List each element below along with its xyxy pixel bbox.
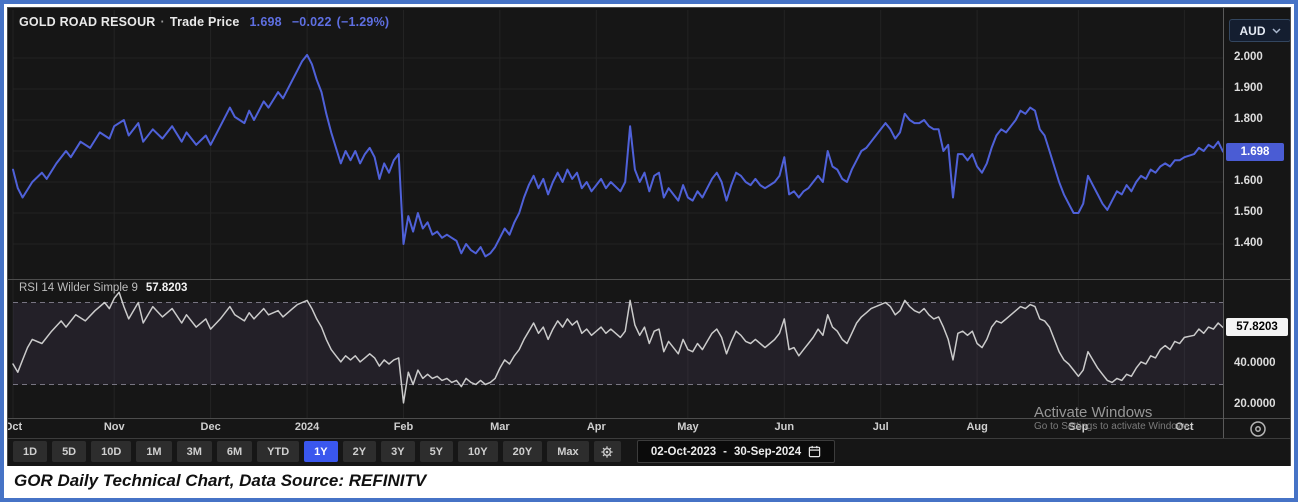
rsi-label: RSI 14 Wilder Simple 9: [19, 282, 138, 294]
x-axis-label-2024: 2024: [294, 421, 320, 433]
range-button-5D[interactable]: 5D: [52, 441, 87, 462]
range-settings-button[interactable]: [593, 441, 621, 462]
chart-application: GOLD ROAD RESOUR · Trade Price 1.698 −0.022 (…: [7, 7, 1291, 466]
currency-dropdown[interactable]: AUD: [1229, 19, 1290, 42]
range-button-6M[interactable]: 6M: [216, 441, 253, 462]
rsi-value-badge: 57.8203: [1226, 318, 1288, 337]
x-axis-label-Jul: Jul: [872, 421, 889, 433]
x-axis-label-Aug: Aug: [966, 421, 988, 433]
range-button-1D[interactable]: 1D: [13, 441, 48, 462]
price-pane-header: GOLD ROAD RESOUR · Trade Price 1.698 −0.022 (…: [19, 15, 389, 29]
range-button-3M[interactable]: 3M: [176, 441, 212, 462]
range-button-1Y[interactable]: 1Y: [304, 441, 338, 462]
range-button-20Y[interactable]: 20Y: [502, 441, 543, 462]
current-price-badge: 1.698: [1226, 142, 1284, 161]
jump-to-latest-button[interactable]: [1248, 419, 1268, 439]
x-axis-label-Apr: Apr: [586, 421, 606, 433]
chart-canvas[interactable]: [8, 8, 1291, 466]
rsi-tick-20.0000: 20.0000: [1234, 398, 1276, 410]
x-axis-label-Sep: Sep: [1068, 421, 1089, 433]
range-button-5Y[interactable]: 5Y: [419, 441, 454, 462]
price-tick-1.600: 1.600: [1234, 175, 1263, 187]
series-type-label: Trade Price: [169, 15, 240, 29]
rsi-pane-header: RSI 14 Wilder Simple 9 57.8203: [19, 282, 187, 294]
price-tick-1.500: 1.500: [1234, 206, 1263, 218]
date-range-separator: -: [723, 445, 727, 458]
currency-label: AUD: [1239, 23, 1266, 38]
x-axis-label-Oct: Oct: [1175, 421, 1194, 433]
calendar-icon[interactable]: [808, 445, 821, 458]
date-from: 02-Oct-2023: [650, 445, 717, 458]
x-axis-label-Mar: Mar: [490, 421, 510, 433]
rsi-value: 57.8203: [145, 282, 188, 294]
gear-icon: [599, 444, 615, 460]
range-button-YTD[interactable]: YTD: [257, 441, 300, 462]
header-separator: ·: [160, 15, 165, 29]
range-button-2Y[interactable]: 2Y: [342, 441, 377, 462]
caption-text: GOR Daily Technical Chart, Data Source: …: [14, 470, 427, 490]
price-change: −0.022: [291, 15, 332, 29]
price-change-percent: (−1.29%): [336, 15, 390, 29]
range-button-10Y[interactable]: 10Y: [458, 441, 498, 462]
range-button-1M[interactable]: 1M: [136, 441, 172, 462]
range-button-3Y[interactable]: 3Y: [381, 441, 415, 462]
screenshot-frame: GOLD ROAD RESOUR · Trade Price 1.698 −0.022 (…: [0, 0, 1298, 502]
x-axis-label-Dec: Dec: [200, 421, 221, 433]
last-price: 1.698: [249, 15, 282, 29]
price-tick-1.800: 1.800: [1234, 113, 1263, 125]
target-icon: [1248, 419, 1268, 439]
instrument-name: GOLD ROAD RESOUR: [19, 15, 156, 29]
x-axis-label-May: May: [677, 421, 699, 433]
rsi-tick-40.0000: 40.0000: [1234, 357, 1276, 369]
chevron-down-icon: [1271, 27, 1281, 34]
x-axis-label-Nov: Nov: [103, 421, 125, 433]
x-axis-label-Jun: Jun: [774, 421, 795, 433]
price-tick-2.000: 2.000: [1234, 51, 1263, 63]
price-tick-1.900: 1.900: [1234, 82, 1263, 94]
range-button-10D[interactable]: 10D: [91, 441, 132, 462]
caption-bar: GOR Daily Technical Chart, Data Source: …: [7, 466, 1291, 495]
price-tick-1.400: 1.400: [1234, 237, 1263, 249]
range-button-Max[interactable]: Max: [547, 441, 589, 462]
date-range-picker[interactable]: 02-Oct-2023 - 30-Sep-2024: [637, 440, 835, 463]
x-axis-label-Oct: Oct: [8, 421, 23, 433]
period-toolbar: 1D 5D 10D 1M 3M 6M YTD 1Y 2Y 3Y 5Y 10Y 20Y Max: [13, 441, 621, 462]
date-to: 30-Sep-2024: [733, 445, 802, 458]
x-axis-label-Feb: Feb: [393, 421, 414, 433]
